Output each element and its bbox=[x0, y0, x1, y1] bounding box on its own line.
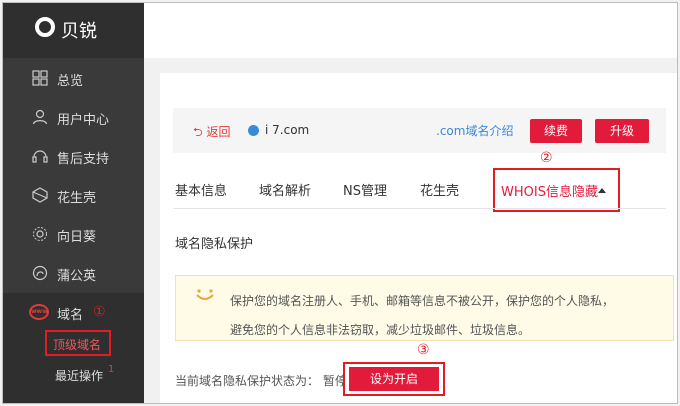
sidebar-item-label: 售后支持 bbox=[57, 152, 110, 167]
step-2-marker: ② bbox=[540, 150, 553, 166]
tab-divider bbox=[173, 208, 666, 209]
sidebar-subitem-top-level-domain[interactable]: 顶级域名 bbox=[45, 330, 111, 356]
sidebar-item-label: 总览 bbox=[57, 74, 84, 89]
enable-privacy-button[interactable]: 设为开启 bbox=[349, 367, 439, 391]
globe-icon bbox=[248, 125, 259, 136]
domain-header: ⮌ 返回 i 7.com .com域名介绍 续费 升级 bbox=[173, 108, 666, 153]
logo[interactable]: 贝锐 bbox=[3, 3, 144, 58]
back-link[interactable]: ⮌ 返回 bbox=[193, 123, 230, 144]
privacy-status: 当前域名隐私保护状态为： 暂停 bbox=[175, 372, 347, 389]
sunflower-icon bbox=[33, 227, 47, 241]
sidebar-item-support[interactable]: 售后支持 bbox=[3, 138, 144, 176]
headset-icon bbox=[32, 150, 48, 163]
enable-highlight: 设为开启 bbox=[343, 362, 445, 396]
renew-button[interactable]: 续费 bbox=[530, 119, 582, 143]
sidebar-item-peanut-shell[interactable]: 花生壳 bbox=[3, 177, 144, 215]
sidebar-item-label: 蒲公英 bbox=[57, 269, 97, 284]
www-icon: www bbox=[29, 304, 49, 320]
tab-basic-info[interactable]: 基本信息 bbox=[175, 180, 227, 199]
sidebar-item-sunflower[interactable]: 向日葵 bbox=[3, 216, 144, 254]
smile-icon bbox=[196, 289, 214, 300]
sidebar-item-user-center[interactable]: 用户中心 bbox=[3, 99, 144, 137]
caret-up-icon bbox=[598, 188, 606, 193]
step-1-marker: ① bbox=[93, 304, 106, 320]
dandelion-icon bbox=[32, 265, 48, 281]
sidebar-item-dandelion[interactable]: 蒲公英 bbox=[3, 255, 144, 293]
tab-whois-privacy[interactable]: WHOIS信息隐藏 bbox=[493, 168, 620, 212]
back-label: 返回 bbox=[206, 125, 231, 139]
sidebar-subitem-label: 顶级域名 bbox=[53, 338, 102, 352]
sidebar-item-label: 域名 bbox=[57, 308, 84, 323]
sidebar-item-overview[interactable]: 总览 bbox=[3, 60, 144, 98]
user-icon bbox=[32, 109, 48, 125]
domain-intro-link[interactable]: .com域名介绍 bbox=[436, 122, 513, 139]
grid-icon bbox=[32, 70, 48, 86]
logo-text: 贝锐 bbox=[61, 21, 97, 42]
top-header bbox=[144, 3, 677, 58]
status-label: 当前域名隐私保护状态为： bbox=[175, 374, 320, 388]
sidebar-subitem-recent[interactable]: 最近操作 bbox=[55, 367, 103, 384]
tab-dns-resolution[interactable]: 域名解析 bbox=[259, 180, 311, 199]
section-title: 域名隐私保护 bbox=[175, 237, 254, 252]
recent-count-badge: 1 bbox=[108, 364, 115, 375]
notice-line-2: 避免您的个人信息非法窃取，减少垃圾邮件、垃圾信息。 bbox=[230, 323, 531, 337]
sidebar-item-label: 花生壳 bbox=[57, 191, 97, 206]
tab-whois-label: WHOIS信息隐藏 bbox=[501, 185, 598, 200]
sidebar-item-label: 用户中心 bbox=[57, 113, 110, 128]
notice-line-1: 保护您的域名注册人、手机、邮箱等信息不被公开，保护您的个人隐私， bbox=[230, 294, 615, 308]
logo-mark-icon bbox=[35, 17, 55, 37]
sidebar: 贝锐 总览 用户中心 售后支持 花生壳 向日葵 蒲公英 www 域名 ① 顶级域… bbox=[3, 3, 144, 403]
domain-name: i 7.com bbox=[265, 123, 310, 137]
privacy-notice: 保护您的域名注册人、手机、邮箱等信息不被公开，保护您的个人隐私， 避免您的个人信… bbox=[175, 275, 674, 341]
sidebar-item-label: 向日葵 bbox=[57, 230, 97, 245]
peanut-shell-icon bbox=[32, 187, 48, 203]
upgrade-button[interactable]: 升级 bbox=[595, 119, 649, 143]
step-3-marker: ③ bbox=[417, 342, 430, 358]
tab-peanut-shell[interactable]: 花生壳 bbox=[420, 180, 459, 199]
tab-ns-management[interactable]: NS管理 bbox=[343, 180, 387, 199]
